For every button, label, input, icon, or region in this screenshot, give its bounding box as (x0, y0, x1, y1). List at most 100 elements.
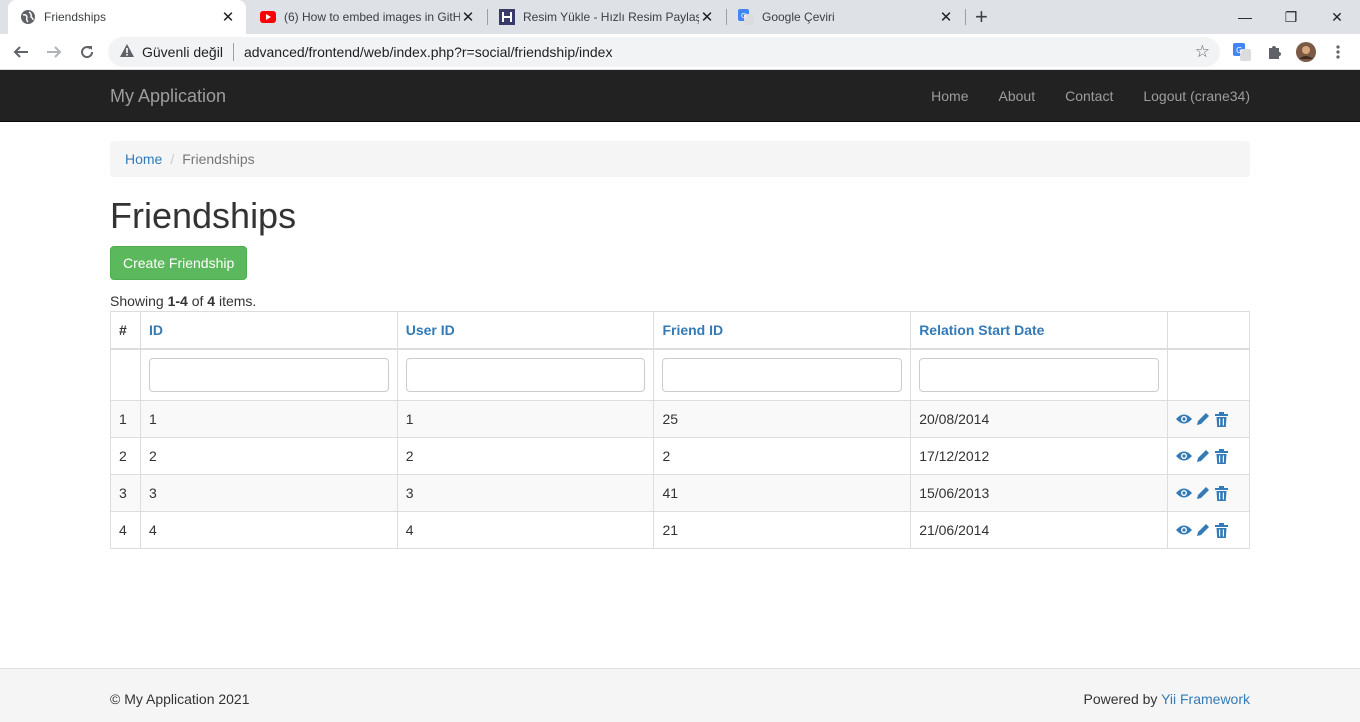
nav-home[interactable]: Home (916, 70, 983, 122)
back-button[interactable] (9, 40, 33, 64)
url-text[interactable]: advanced/frontend/web/index.php?r=social… (244, 44, 613, 60)
close-tab-icon[interactable]: ✕ (699, 8, 715, 26)
browser-tab-translate[interactable]: G Google Çeviri ✕ (726, 0, 964, 34)
tab-title: Google Çeviri (762, 10, 835, 24)
sort-id-link[interactable]: ID (149, 322, 163, 338)
filter-row (110, 348, 1251, 401)
column-header-id: ID (139, 311, 398, 350)
row-actions (1175, 522, 1241, 538)
close-window-button[interactable]: ✕ (1314, 0, 1360, 34)
address-bar[interactable]: Güvenli değil advanced/frontend/web/inde… (108, 37, 1220, 67)
filter-relation-start-date-input[interactable] (919, 357, 1159, 392)
user-id-cell: 1 (396, 400, 655, 438)
nav-logout[interactable]: Logout (crane34) (1128, 70, 1250, 122)
pencil-icon[interactable] (1195, 448, 1211, 464)
close-tab-icon[interactable]: ✕ (460, 8, 476, 26)
divider (232, 43, 234, 61)
breadcrumb-separator: / (170, 151, 175, 167)
column-header-friend-id: Friend ID (653, 311, 912, 350)
arrow-left-icon (13, 46, 28, 58)
grid-summary: Showing 1-4 of 4 items. (110, 291, 1250, 311)
relation-start-date-cell: 17/12/2012 (910, 437, 1168, 475)
nav-contact[interactable]: Contact (1050, 70, 1128, 122)
trash-icon[interactable] (1214, 522, 1230, 538)
page-title: Friendships (110, 195, 297, 236)
row-number-cell: 3 (110, 474, 141, 512)
actions-cell (1166, 511, 1251, 549)
browser-tab-strip: Friendships ✕ (6) How to embed images in… (0, 0, 1360, 34)
user-id-cell: 2 (396, 437, 655, 475)
eye-icon[interactable] (1175, 522, 1192, 538)
friend-id-cell: 2 (653, 437, 912, 475)
breadcrumb-home[interactable]: Home (125, 151, 162, 167)
main-container: Home / Friendships Friendships Create Fr… (110, 141, 1251, 549)
table-header-row: # ID User ID Friend ID Relation Start Da… (110, 311, 1251, 350)
arrow-right-icon (47, 46, 62, 58)
eye-icon[interactable] (1175, 485, 1192, 501)
tab-title: Friendships (44, 10, 107, 24)
maximize-button[interactable]: ❐ (1268, 0, 1314, 34)
reload-button[interactable] (75, 40, 99, 64)
security-label[interactable]: Güvenli değil (142, 44, 223, 60)
sort-friend-id-link[interactable]: Friend ID (662, 322, 723, 338)
new-tab-button[interactable]: + (975, 4, 988, 30)
trash-icon[interactable] (1214, 448, 1230, 464)
trash-icon[interactable] (1214, 485, 1230, 501)
globe-icon (20, 9, 36, 25)
browser-tab-resim[interactable]: Resim Yükle - Hızlı Resim Paylaş ✕ (487, 0, 725, 34)
relation-start-date-cell: 21/06/2014 (910, 511, 1168, 549)
summary-range: 1-4 (167, 293, 188, 309)
friend-id-cell: 21 (653, 511, 912, 549)
summary-prefix: Showing (110, 293, 168, 309)
bookmark-star-icon[interactable]: ☆ (1195, 42, 1210, 62)
pencil-icon[interactable] (1195, 485, 1211, 501)
nav-links: Home About Contact Logout (crane34) (916, 70, 1250, 122)
footer-powered-by: Powered by Yii Framework (1083, 691, 1250, 707)
pencil-icon[interactable] (1195, 522, 1211, 538)
user-id-cell: 4 (396, 511, 655, 549)
brand-link[interactable]: My Application (110, 86, 226, 107)
friendships-table: # ID User ID Friend ID Relation Start Da… (110, 311, 1251, 549)
id-cell: 2 (139, 437, 398, 475)
user-id-cell: 3 (396, 474, 655, 512)
eye-icon[interactable] (1175, 411, 1192, 427)
close-tab-icon[interactable]: ✕ (938, 8, 954, 26)
warning-icon (120, 44, 134, 60)
translate-extension-icon[interactable]: G (1232, 42, 1252, 62)
column-header-actions (1166, 311, 1251, 350)
id-cell: 4 (139, 511, 398, 549)
kebab-menu-icon[interactable] (1328, 42, 1348, 62)
app-navbar: My Application Home About Contact Logout… (0, 70, 1360, 122)
row-number-cell: 4 (110, 511, 141, 549)
filter-id-input[interactable] (148, 357, 389, 392)
pencil-icon[interactable] (1195, 411, 1211, 427)
nav-about[interactable]: About (984, 70, 1051, 122)
browser-tab-youtube[interactable]: (6) How to embed images in GitH ✕ (248, 0, 486, 34)
close-tab-icon[interactable]: ✕ (220, 8, 236, 26)
profile-avatar[interactable] (1296, 42, 1316, 62)
puzzle-extensions-icon[interactable] (1264, 42, 1284, 62)
trash-icon[interactable] (1214, 411, 1230, 427)
row-actions (1175, 448, 1241, 464)
filter-friend-id-input[interactable] (662, 357, 903, 392)
filter-cell (139, 348, 398, 401)
column-header-serial: # (110, 311, 141, 350)
yii-framework-link[interactable]: Yii Framework (1161, 691, 1250, 707)
eye-icon[interactable] (1175, 448, 1192, 464)
table-row: 3 3 3 41 15/06/2013 (110, 474, 1251, 512)
filter-cell-empty (110, 348, 141, 401)
forward-button[interactable] (42, 40, 66, 64)
sort-user-id-link[interactable]: User ID (406, 322, 455, 338)
powered-by-label: Powered by (1083, 691, 1162, 707)
relation-start-date-cell: 20/08/2014 (910, 400, 1168, 438)
google-translate-icon: G (738, 9, 754, 25)
minimize-button[interactable]: — (1222, 0, 1268, 34)
actions-cell (1166, 474, 1251, 512)
filter-user-id-input[interactable] (405, 357, 646, 392)
table-row: 2 2 2 2 17/12/2012 (110, 437, 1251, 475)
create-friendship-button[interactable]: Create Friendship (110, 246, 248, 280)
reload-icon (81, 46, 94, 59)
sort-relation-start-date-link[interactable]: Relation Start Date (919, 322, 1044, 338)
summary-total: 4 (207, 293, 216, 309)
browser-tab-friendships[interactable]: Friendships ✕ (8, 0, 246, 34)
